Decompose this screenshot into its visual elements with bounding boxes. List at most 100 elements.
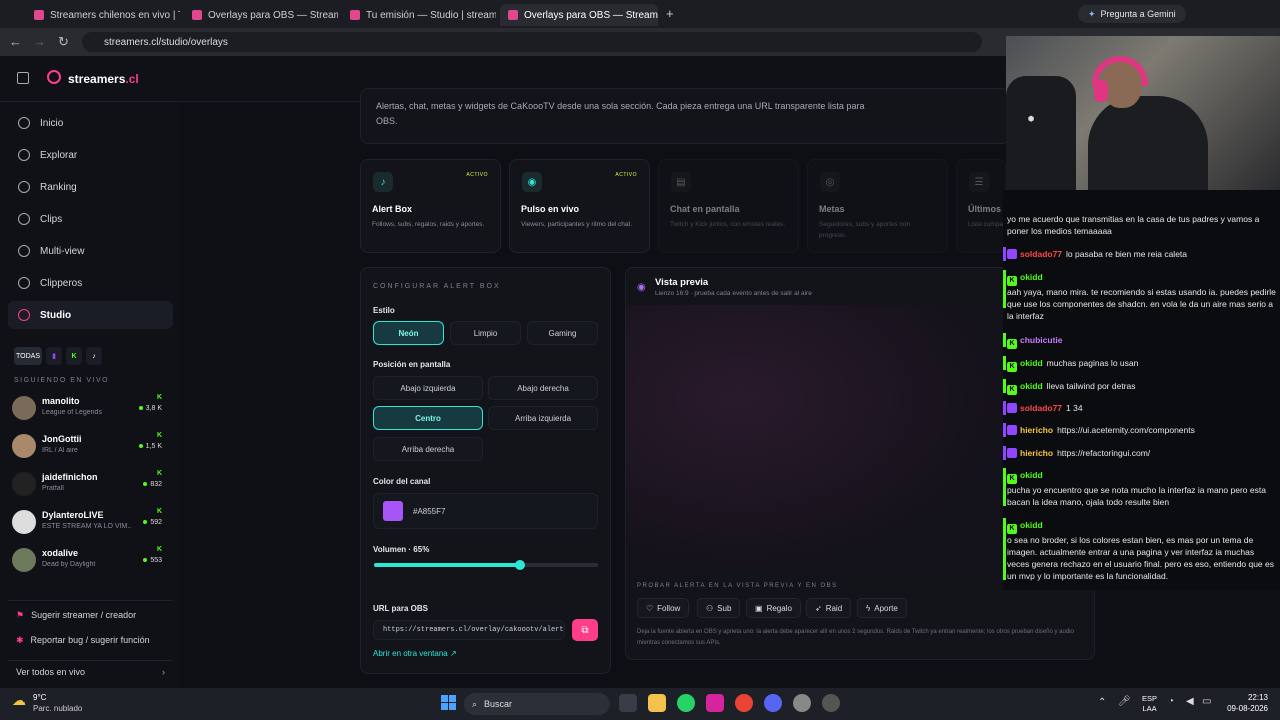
preview-title: Vista previa — [655, 277, 709, 288]
filter-all[interactable]: TODAS — [14, 347, 42, 365]
sidebar-item-inicio[interactable]: Inicio — [8, 109, 173, 137]
sparkle-icon: ✦ — [1088, 8, 1096, 19]
chat-message-bar — [1003, 423, 1006, 437]
widget-card-pulso[interactable]: ◉ ACTIVO Pulso en vivo Viewers, participant… — [509, 159, 650, 253]
test-raid-button[interactable]: ➶ Raid — [806, 598, 852, 618]
clock-date[interactable]: 09-08-2026 — [1222, 704, 1268, 713]
streamer-game: Pratfall — [42, 485, 64, 492]
language-indicator[interactable]: ESP LAA — [1142, 694, 1157, 714]
reload-icon[interactable]: ↻ — [58, 34, 69, 50]
tab-favicon-icon — [350, 10, 360, 20]
suggest-label: Sugerir streamer / creador — [31, 610, 137, 620]
chat-text: yo me acuerdo que transmitias en la casa… — [1007, 214, 1260, 236]
report-bug-button[interactable]: ✱ Reportar bug / sugerir función — [8, 630, 173, 650]
style-option-neon[interactable]: Neón — [373, 321, 444, 345]
volume-icon[interactable]: ◀ — [1186, 696, 1194, 707]
search-label: Buscar — [484, 699, 513, 709]
obs-url-field[interactable]: https://streamers.cl/overlay/cakoootv/al… — [373, 620, 565, 640]
preview-note: Deja la fuente abierta en OBS y aprieta … — [637, 629, 1074, 646]
list-item[interactable]: xodalive Dead by Daylight K 553 — [12, 544, 172, 578]
task-view-icon[interactable] — [619, 694, 637, 712]
sidebar-item-explorar[interactable]: Explorar — [8, 141, 173, 169]
test-regalo-button[interactable]: ▣ Regalo — [746, 598, 801, 618]
bolt-icon: ϟ — [866, 603, 871, 613]
browser-tab[interactable]: Streamers chilenos en vivo | Tw✕ — [26, 4, 180, 26]
battery-icon[interactable]: ▭ — [1202, 696, 1211, 707]
platform-badge: K — [156, 470, 162, 477]
new-tab-icon[interactable]: + — [666, 6, 674, 21]
open-new-window-link[interactable]: Abrir en otra ventana ↗ — [373, 649, 457, 658]
viewer-count: 1,5 K — [139, 443, 162, 450]
filter-twitch-icon[interactable]: ▮ — [46, 347, 62, 365]
chatgpt-icon[interactable] — [793, 694, 811, 712]
logo[interactable]: streamers.cl — [68, 72, 139, 86]
wifi-icon[interactable]: ◔ — [1168, 696, 1174, 707]
list-item[interactable]: JonGottii IRL / Al aire K 1,5 K — [12, 430, 172, 464]
widget-title: Chat en pantalla — [670, 204, 740, 214]
windows-start-icon[interactable] — [441, 695, 456, 710]
style-option-limpio[interactable]: Limpio — [450, 321, 521, 345]
suggest-streamer-button[interactable]: ⚑ Sugerir streamer / creador — [8, 605, 173, 625]
test-sub-button[interactable]: ⚇ Sub — [697, 598, 741, 618]
position-option-selected[interactable]: Centro — [373, 406, 483, 430]
filter-kick[interactable]: K — [66, 347, 82, 365]
taskbar-search[interactable]: ⌕ Buscar — [464, 693, 610, 715]
gemini-button[interactable]: ✦ Pregunta a Gemini — [1078, 5, 1186, 23]
forward-icon[interactable]: → — [33, 34, 46, 49]
list-item[interactable]: manolito League of Legends K 3,8 K — [12, 392, 172, 426]
sidebar-item-multiview[interactable]: Multi-view — [8, 237, 173, 265]
sidebar-item-label: Clipperos — [40, 277, 83, 289]
mic-icon[interactable]: 🎤︎ — [1118, 696, 1131, 707]
url-field[interactable]: streamers.cl/studio/overlays — [82, 32, 982, 52]
list-item[interactable]: DylanteroLIVE ESTE STREAM YA LO VIM... K 59… — [12, 506, 172, 540]
sidebar-item-ranking[interactable]: Ranking — [8, 173, 173, 201]
widget-card-metas[interactable]: ◎ Metas Seguidores, subs y aportes con pro… — [807, 159, 948, 253]
option-label: Arriba derecha — [401, 444, 455, 454]
sidebar-item-clips[interactable]: Clips — [8, 205, 173, 233]
intro-text: Alertas, chat, metas y widgets de CaKooo… — [376, 101, 865, 126]
kick-badge-icon: K — [1007, 474, 1017, 484]
whatsapp-icon[interactable] — [677, 694, 695, 712]
chat-message-bar — [1003, 270, 1006, 308]
chat-messages: yo me acuerdo que transmitias en la casa… — [1003, 213, 1280, 593]
sidebar-item-clipperos[interactable]: Clipperos — [8, 269, 173, 297]
see-all-live-button[interactable]: Ver todos en vivo › — [8, 660, 173, 682]
logo-text: streamers — [68, 72, 126, 86]
filter-tiktok-icon[interactable]: ♪ — [86, 347, 102, 365]
position-option[interactable]: Arriba izquierda — [488, 406, 598, 430]
chat-message-bar — [1003, 446, 1006, 460]
position-option[interactable]: Arriba derecha — [373, 437, 483, 461]
test-follow-button[interactable]: ♡ Follow — [637, 598, 690, 618]
back-icon[interactable]: ← — [9, 34, 22, 49]
copy-button[interactable]: ⧉ — [572, 619, 598, 641]
browser-tab[interactable]: Tu emisión — Studio | streame✕ — [342, 4, 496, 26]
widget-card-chat[interactable]: ▤ Chat en pantalla Twitch y Kick juntos, c… — [658, 159, 799, 253]
instagram-icon[interactable] — [706, 694, 724, 712]
viewer-count: 592 — [143, 519, 162, 526]
avatar — [12, 510, 36, 534]
widget-card-alert-box[interactable]: ♪ ACTIVO Alert Box Follows, subs, regalos, … — [360, 159, 501, 253]
test-aporte-button[interactable]: ϟ Aporte — [857, 598, 907, 618]
tray-chevron-icon[interactable]: ⌃ — [1098, 697, 1106, 708]
action-label: Regalo — [766, 603, 792, 613]
clock-time[interactable]: 22:13 — [1230, 693, 1268, 702]
browser-tab-active[interactable]: Overlays para OBS — Streamer✕ — [500, 4, 658, 26]
color-picker[interactable]: #A855F7 — [373, 493, 598, 529]
position-option[interactable]: Abajo derecha — [488, 376, 598, 400]
chat-username: soldado77 — [1020, 249, 1063, 259]
volume-slider-track[interactable] — [374, 563, 598, 567]
widget-desc: Lista compacta — [968, 221, 1005, 228]
style-option-gaming[interactable]: Gaming — [527, 321, 598, 345]
chrome-icon[interactable] — [735, 694, 753, 712]
volume-slider-handle[interactable] — [514, 560, 525, 570]
sidebar-toggle-icon[interactable] — [17, 72, 29, 84]
obs-icon[interactable] — [822, 694, 840, 712]
sidebar-item-studio[interactable]: Studio — [8, 301, 173, 329]
chat-text: aah yaya, mano mira. te recomiendo si es… — [1007, 287, 1276, 321]
position-option[interactable]: Abajo izquierda — [373, 376, 483, 400]
widget-card-eventos[interactable]: ☰ Últimos eventos Lista compacta — [956, 159, 1006, 253]
file-explorer-icon[interactable] — [648, 694, 666, 712]
list-item[interactable]: jaidefinichon Pratfall K 832 — [12, 468, 172, 502]
browser-tab[interactable]: Overlays para OBS — Streamer✕ — [184, 4, 338, 26]
discord-icon[interactable] — [764, 694, 782, 712]
